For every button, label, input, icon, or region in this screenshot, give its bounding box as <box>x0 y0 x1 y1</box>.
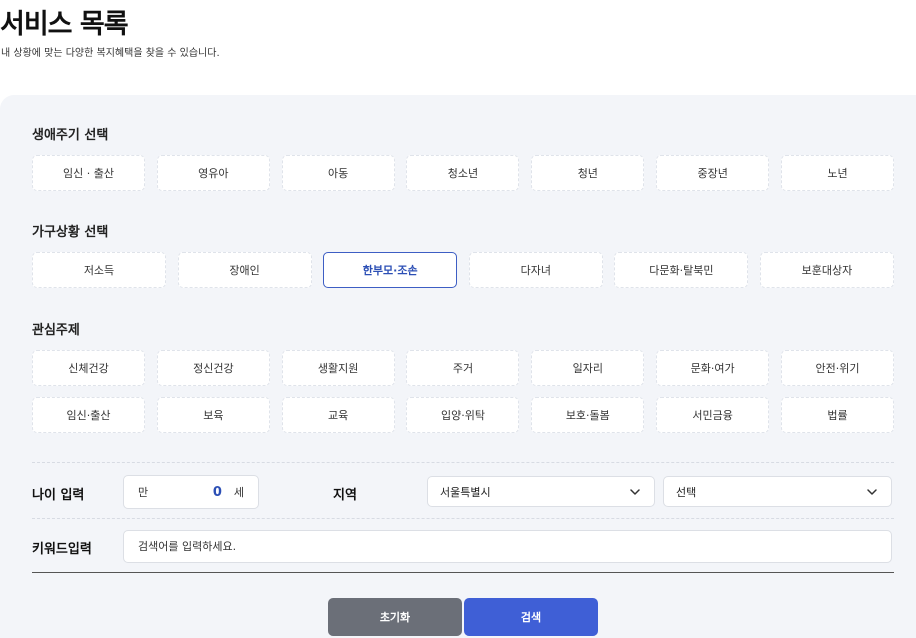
household-chip-veterans[interactable]: 보훈대상자 <box>759 252 894 288</box>
interest-chip-adoption[interactable]: 입양·위탁 <box>406 397 520 433</box>
lifecycle-chip-middle-age[interactable]: 중장년 <box>656 155 770 191</box>
divider <box>32 518 894 519</box>
age-suffix: 세 <box>233 486 244 499</box>
interest-chip-safety[interactable]: 안전·위기 <box>780 350 894 386</box>
page-title: 서비스 목록 <box>0 9 129 40</box>
region-primary-select[interactable]: 서울특별시 <box>427 476 655 507</box>
interest-chip-living-support[interactable]: 생활지원 <box>281 350 395 386</box>
age-label: 나이 입력 <box>32 488 85 503</box>
lifecycle-chip-pregnancy[interactable]: 임신 · 출산 <box>32 155 145 191</box>
interest-section-title: 관심주제 <box>32 323 80 338</box>
region-secondary-value: 선택 <box>676 485 697 499</box>
lifecycle-chip-infant[interactable]: 영유아 <box>156 155 270 191</box>
interest-chip-mental-health[interactable]: 정신건강 <box>156 350 270 386</box>
age-prefix: 만 <box>138 486 149 499</box>
interest-chip-legal[interactable]: 법률 <box>780 397 894 433</box>
interest-chip-childcare[interactable]: 보육 <box>156 397 270 433</box>
interest-chip-row-2: 임신·출산 보육 교육 입양·위탁 보호·돌봄 서민금융 법률 <box>32 397 894 433</box>
household-chip-row: 저소득 장애인 한부모·조손 다자녀 다문화·탈북민 보훈대상자 <box>32 252 894 288</box>
household-chip-disabled[interactable]: 장애인 <box>177 252 312 288</box>
household-chip-multi-child[interactable]: 다자녀 <box>468 252 603 288</box>
chevron-down-icon <box>865 485 879 499</box>
interest-chip-row-1: 신체건강 정신건강 생활지원 주거 일자리 문화·여가 안전·위기 <box>32 350 894 386</box>
chevron-down-icon <box>628 485 642 499</box>
lifecycle-chip-teen[interactable]: 청소년 <box>406 155 520 191</box>
interest-chip-care[interactable]: 보호·돌봄 <box>531 397 645 433</box>
region-primary-value: 서울특별시 <box>440 485 491 499</box>
household-chip-multicultural[interactable]: 다문화·탈북민 <box>614 252 749 288</box>
keyword-label: 키워드입력 <box>32 542 92 557</box>
region-label: 지역 <box>333 488 357 503</box>
interest-chip-jobs[interactable]: 일자리 <box>531 350 645 386</box>
divider <box>32 462 894 463</box>
lifecycle-chip-child[interactable]: 아동 <box>281 155 395 191</box>
household-chip-low-income[interactable]: 저소득 <box>32 252 166 288</box>
divider <box>32 572 894 573</box>
age-value[interactable]: 0 <box>213 485 222 500</box>
keyword-input[interactable] <box>123 530 892 563</box>
age-input[interactable]: 만 0 세 <box>123 475 259 509</box>
interest-chip-culture[interactable]: 문화·여가 <box>656 350 770 386</box>
interest-chip-pregnancy[interactable]: 임신·출산 <box>32 397 145 433</box>
interest-chip-housing[interactable]: 주거 <box>406 350 520 386</box>
interest-chip-finance[interactable]: 서민금융 <box>656 397 770 433</box>
search-button[interactable]: 검색 <box>464 598 598 636</box>
page-subtitle: 내 상황에 맞는 다양한 복지혜택을 찾을 수 있습니다. <box>1 48 220 59</box>
lifecycle-chip-row: 임신 · 출산 영유아 아동 청소년 청년 중장년 노년 <box>32 155 894 191</box>
region-secondary-select[interactable]: 선택 <box>663 476 892 507</box>
lifecycle-chip-youth[interactable]: 청년 <box>531 155 645 191</box>
lifecycle-chip-senior[interactable]: 노년 <box>780 155 894 191</box>
reset-button[interactable]: 초기화 <box>328 598 462 636</box>
household-section-title: 가구상황 선택 <box>32 225 109 240</box>
household-chip-single-parent[interactable]: 한부모·조손 <box>323 252 458 288</box>
lifecycle-section-title: 생애주기 선택 <box>32 128 109 143</box>
interest-chip-physical-health[interactable]: 신체건강 <box>32 350 145 386</box>
interest-chip-education[interactable]: 교육 <box>281 397 395 433</box>
